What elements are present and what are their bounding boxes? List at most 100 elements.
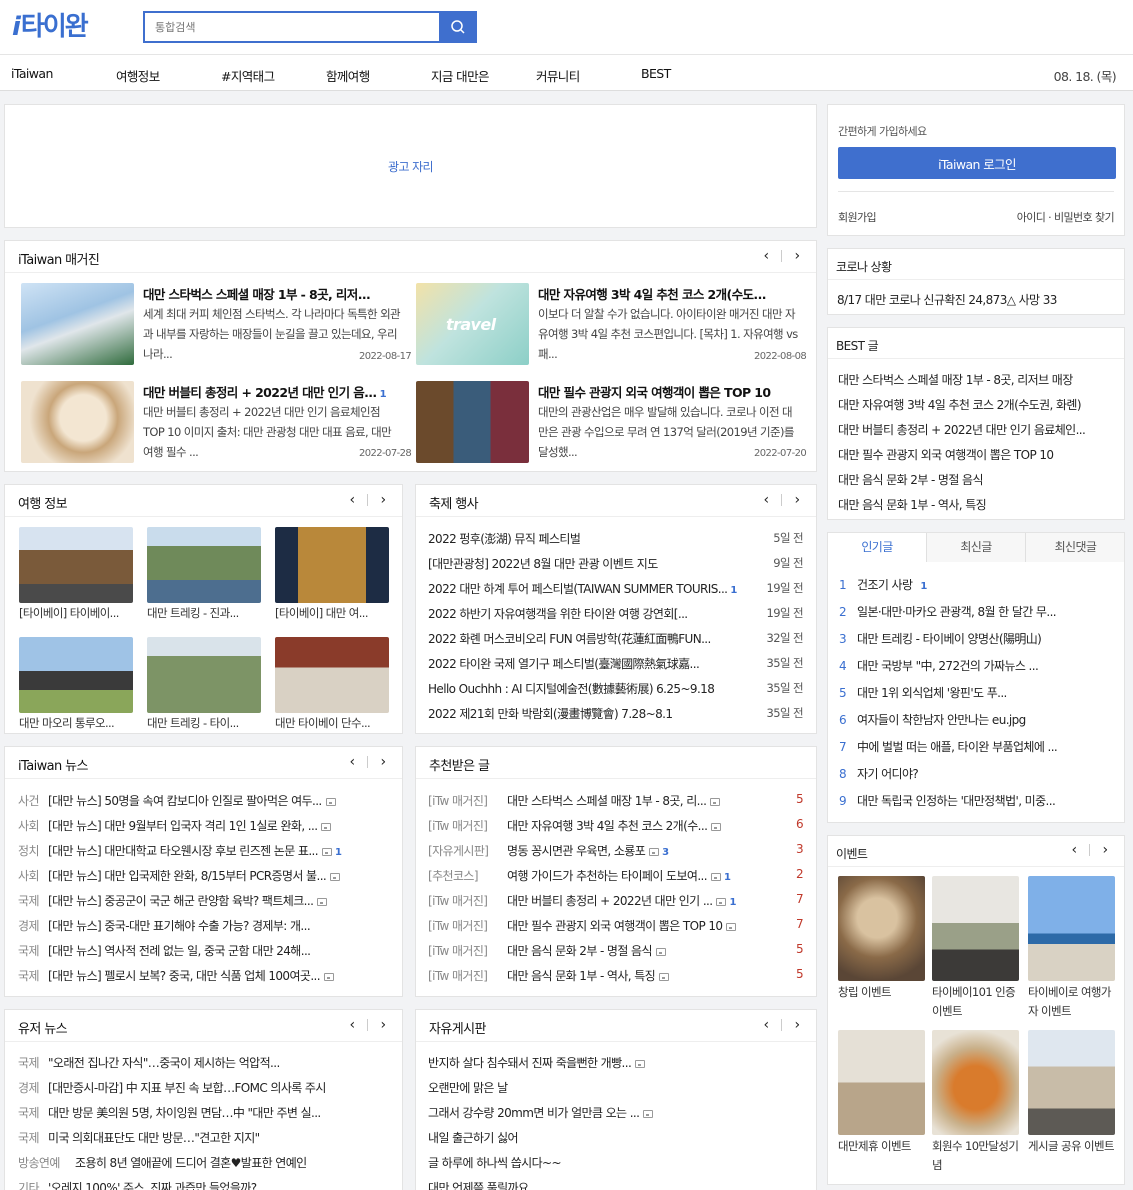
recommended-item[interactable]: [iTw 매거진] 대만 스타벅스 스페셜 매장 1부 - 8곳, 리... 5 [428,792,803,810]
magazine-thumb[interactable] [21,283,134,365]
chevron-right-icon[interactable]: › [788,248,806,264]
magazine-item-title[interactable]: 대만 자유여행 3박 4일 추천 코스 2개(수도... [538,284,800,303]
festival-item[interactable]: 2022 하반기 자유여행객을 위한 타이완 여행 강연회[... 19일 전 [428,605,803,623]
festival-item[interactable]: 2022 제21회 만화 박람회(漫畫博覽會) 7.28~8.1 35일 전 [428,705,803,723]
user-news-item[interactable]: 국제 대만 방문 美의원 5명, 차이잉원 면담…中 "대만 주변 실... [18,1104,393,1122]
tab-latest[interactable]: 최신글 [927,533,1026,562]
event-caption[interactable]: 타이베이101 인증이벤트 [932,983,1022,1021]
news-item[interactable]: 정치 [대만 뉴스] 대만대학교 타오웬시장 후보 린즈젠 논문 표... 1 [18,842,393,860]
search-button[interactable] [439,11,477,43]
travel-caption[interactable]: 대만 타이베이 단수... [275,715,389,731]
ranking-item[interactable]: 9 대만 독립국 인정하는 '대만정책법', 미중... [839,792,1119,810]
news-item[interactable]: 사회 [대만 뉴스] 대만 입국제한 완화, 8/15부터 PCR증명서 불... [18,867,393,885]
ad-banner[interactable]: 광고 자리 [4,104,817,228]
news-item[interactable]: 사회 [대만 뉴스] 대만 9월부터 입국자 격리 1인 1실로 완화, ... [18,817,393,835]
festival-item[interactable]: 2022 펑후(澎湖) 뮤직 페스티벌 5일 전 [428,530,803,548]
user-news-item[interactable]: 방송연예 조용히 8년 열애끝에 드디어 결혼♥발표한 연예인 [18,1154,393,1172]
event-thumb[interactable] [932,876,1019,981]
chevron-right-icon[interactable]: › [374,492,392,508]
nav-itaiwan[interactable]: iTaiwan [11,66,53,81]
recommended-item[interactable]: [iTw 매거진] 대만 음식 문화 2부 - 명절 음식 5 [428,942,803,960]
best-item[interactable]: 대만 음식 문화 1부 - 역사, 특징 [838,496,1118,514]
event-thumb[interactable] [838,876,925,981]
ranking-item[interactable]: 1 건조기 사랑 1 [839,576,1119,594]
recommended-item[interactable]: [자유게시판] 명동 꽁시면관 우육면, 소룡포 3 3 [428,842,803,860]
nav-region-tag[interactable]: #지역태그 [221,66,275,85]
ranking-item[interactable]: 4 대만 국방부 "中, 272건의 가짜뉴스 ... [839,657,1119,675]
recommended-item[interactable]: [추천코스] 여행 가이드가 추천하는 타이페이 도보여... 1 2 [428,867,803,885]
best-item[interactable]: 대만 필수 관광지 외국 여행객이 뽑은 TOP 10 [838,446,1118,464]
event-thumb[interactable] [838,1030,925,1135]
signup-link[interactable]: 회원가입 [838,209,877,225]
free-board-item[interactable]: 그래서 강수량 20mm면 비가 얼만큼 오는 ... [428,1104,803,1122]
news-item[interactable]: 경제 [대만 뉴스] 중국-대만 표기해야 수출 가능? 경제부: 개... [18,917,393,935]
best-item[interactable]: 대만 스타벅스 스페셜 매장 1부 - 8곳, 리저브 매장 [838,371,1118,389]
event-caption[interactable]: 회원수 10만달성기념 [932,1137,1022,1175]
travel-thumb[interactable] [147,637,261,713]
travel-thumb[interactable] [275,637,389,713]
free-board-item[interactable]: 내일 출근하기 싫어 [428,1129,803,1147]
ranking-item[interactable]: 5 대만 1위 외식업체 '왕핀'도 푸... [839,684,1119,702]
corona-status[interactable]: 8/17 대만 코로나 신규확진 24,873△ 사망 33 [837,291,1057,308]
chevron-left-icon[interactable]: ‹ [757,248,775,264]
travel-thumb[interactable] [19,637,133,713]
ranking-item[interactable]: 8 자기 어디야? [839,765,1119,783]
travel-caption[interactable]: [타이베이] 대만 여... [275,605,389,621]
nav-taiwan-now[interactable]: 지금 대만은 [431,66,489,85]
event-thumb[interactable] [1028,876,1115,981]
chevron-left-icon[interactable]: ‹ [343,1017,361,1033]
festival-item[interactable]: 2022 화롄 머스코비오리 FUN 여름방학(花蓮紅面鴨FUN... 32일 전 [428,630,803,648]
best-item[interactable]: 대만 음식 문화 2부 - 명절 음식 [838,471,1118,489]
free-board-item[interactable]: 오랜만에 맑은 날 [428,1079,803,1097]
recommended-item[interactable]: [iTw 매거진] 대만 자유여행 3박 4일 추천 코스 2개(수... 6 [428,817,803,835]
ranking-item[interactable]: 7 中에 벌벌 떠는 애플, 타이완 부품업체에 ... [839,738,1119,756]
chevron-left-icon[interactable]: ‹ [343,492,361,508]
tab-latest-comments[interactable]: 최신댓글 [1026,533,1124,562]
chevron-left-icon[interactable]: ‹ [757,1017,775,1033]
travel-thumb[interactable] [19,527,133,603]
search-input[interactable] [145,13,439,41]
user-news-item[interactable]: 국제 미국 의회대표단도 대만 방문…"견고한 지지" [18,1129,393,1147]
nav-best[interactable]: BEST [641,66,671,81]
find-account-link[interactable]: 아이디 · 비밀번호 찾기 [1017,209,1115,225]
news-item[interactable]: 국제 [대만 뉴스] 펠로시 보복? 중국, 대만 식품 업체 100여곳... [18,967,393,985]
chevron-left-icon[interactable]: ‹ [343,754,361,770]
travel-thumb[interactable] [147,527,261,603]
ranking-item[interactable]: 6 여자들이 착한남자 안만나는 eu.jpg [839,711,1119,729]
news-item[interactable]: 국제 [대만 뉴스] 중공군이 국군 해군 란양함 육박? 팩트체크... [18,892,393,910]
nav-community[interactable]: 커뮤니티 [536,66,580,85]
travel-caption[interactable]: [타이베이] 타이베이... [19,605,133,621]
user-news-item[interactable]: 국제 "오래전 집나간 자식"…중국이 제시하는 억압적... [18,1054,393,1072]
free-board-item[interactable]: 반지하 살다 침수돼서 진짜 죽을뻔한 개빵... [428,1054,803,1072]
chevron-right-icon[interactable]: › [1096,842,1114,858]
site-logo[interactable]: i타이완 [12,6,89,43]
chevron-right-icon[interactable]: › [374,754,392,770]
event-thumb[interactable] [932,1030,1019,1135]
magazine-item-title[interactable]: 대만 스타벅스 스페셜 매장 1부 - 8곳, 리저... [143,284,403,303]
festival-item[interactable]: 2022 타이완 국제 열기구 페스티벌(臺灣國際熱氣球嘉... 35일 전 [428,655,803,673]
recommended-item[interactable]: [iTw 매거진] 대만 음식 문화 1부 - 역사, 특징 5 [428,967,803,985]
travel-caption[interactable]: 대만 트레킹 - 타이... [147,715,261,731]
chevron-right-icon[interactable]: › [788,492,806,508]
recommended-item[interactable]: [iTw 매거진] 대만 필수 관광지 외국 여행객이 뽑은 TOP 10 7 [428,917,803,935]
event-caption[interactable]: 타이베이로 여행가자 이벤트 [1028,983,1118,1021]
nav-travel-together[interactable]: 함께여행 [326,66,370,85]
news-item[interactable]: 국제 [대만 뉴스] 역사적 전례 없는 일, 중국 군함 대만 24해... [18,942,393,960]
magazine-item-title[interactable]: 대만 필수 관광지 외국 여행객이 뽑은 TOP 10 [538,382,800,401]
free-board-item[interactable]: 글 하루에 하나씩 씁시다~~ [428,1154,803,1172]
event-caption[interactable]: 게시글 공유 이벤트 [1028,1137,1118,1156]
recommended-item[interactable]: [iTw 매거진] 대만 버블티 총정리 + 2022년 대만 인기 ... 1 7 [428,892,803,910]
chevron-right-icon[interactable]: › [374,1017,392,1033]
event-caption[interactable]: 창립 이벤트 [838,983,928,1002]
login-button[interactable]: iTaiwan 로그인 [838,147,1116,179]
free-board-item[interactable]: 대만 언제쯤 풀릴까요 [428,1179,803,1190]
news-item[interactable]: 사건 [대만 뉴스] 50명을 속여 캄보디아 인질로 팔아먹은 여두... [18,792,393,810]
festival-item[interactable]: Hello Ouchhh : AI 디지털예술전(數據藝術展) 6.25~9.1… [428,680,803,698]
user-news-item[interactable]: 경제 [대만증시-마감] 中 지표 부진 속 보합…FOMC 의사록 주시 [18,1079,393,1097]
tab-popular[interactable]: 인기글 [828,533,927,562]
travel-caption[interactable]: 대만 트레킹 - 진과... [147,605,261,621]
festival-item[interactable]: [대만관광청] 2022년 8월 대만 관광 이벤트 지도 9일 전 [428,555,803,573]
chevron-right-icon[interactable]: › [788,1017,806,1033]
ranking-item[interactable]: 3 대만 트레킹 - 타이베이 양명산(陽明山) [839,630,1119,648]
magazine-thumb[interactable]: travel [416,283,529,365]
